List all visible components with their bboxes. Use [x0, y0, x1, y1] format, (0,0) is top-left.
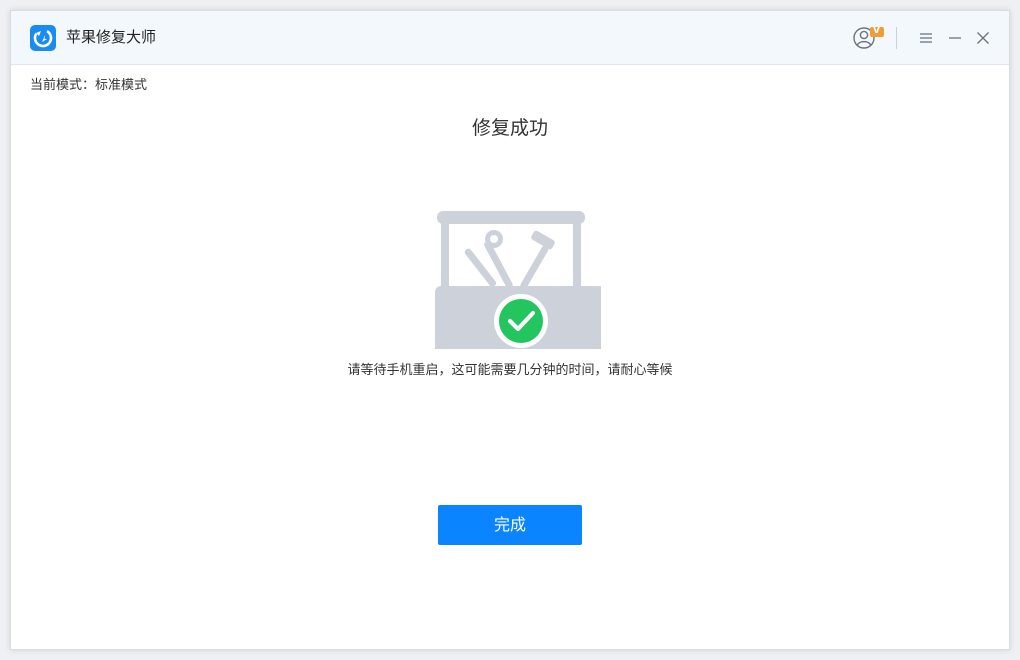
mode-label: 当前模式：标准模式 [30, 78, 148, 93]
title-bar[interactable]: 苹果修复大师 V [11, 11, 1009, 65]
minimize-icon[interactable] [947, 30, 963, 46]
titlebar-divider [896, 27, 897, 49]
app-window: 苹果修复大师 V 当前模式：标准模式 修复成功 请等待手机重启，这可能需要几分钟… [10, 10, 1010, 650]
user-vip-icon[interactable]: V [852, 25, 886, 51]
hamburger-menu-icon[interactable] [918, 30, 934, 46]
vip-badge-label: V [873, 26, 880, 36]
refresh-logo-icon [30, 25, 56, 51]
app-title: 苹果修复大师 [66, 28, 157, 46]
done-button[interactable]: 完成 [438, 505, 582, 545]
toolbox-success-icon [421, 209, 607, 356]
restart-hint: 请等待手机重启，这可能需要几分钟的时间，请耐心等候 [347, 363, 673, 378]
close-icon[interactable] [975, 30, 991, 46]
status-title: 修复成功 [471, 117, 548, 139]
